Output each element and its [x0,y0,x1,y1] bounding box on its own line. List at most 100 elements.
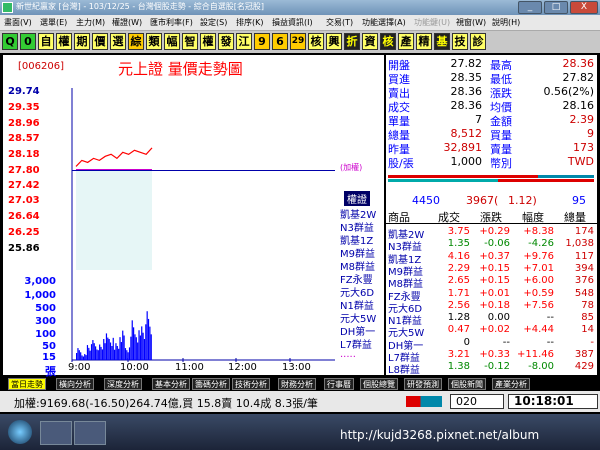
table-cell-price: 1.28 [447,312,470,324]
volume-bar [93,343,95,360]
code-input[interactable]: 020 [456,395,477,408]
volume-tick: 15 [42,352,56,363]
table-row[interactable]: N1群益 1.28 0.00 -- 85 [386,312,597,327]
table-cell-vol: 376 [574,275,594,287]
table-row[interactable]: L8群益 1.38 -0.12 -8.00 429 [386,361,597,377]
taskbar-app-1[interactable] [40,421,72,445]
volume-bar [146,311,148,360]
tab-depth[interactable]: 深度分析 [104,378,142,390]
volume-bar [147,318,150,360]
volume-bar [84,354,86,360]
table-cell-pct: -8.00 [528,361,554,373]
tab-research[interactable]: 研發預測 [404,378,442,390]
volume-bar [127,352,129,360]
table-cell-vol: 14 [581,324,594,336]
table-cell-chg: -0.12 [484,361,510,373]
volume-tick: 50 [42,341,56,352]
tab-fundamental[interactable]: 基本分析 [152,378,190,390]
table-cell-chg: +0.15 [479,262,510,274]
tab-chips[interactable]: 籌碼分析 [192,378,230,390]
table-cell-pct: -- [546,312,554,324]
buy-bar-fill [388,175,538,178]
table-cell-pct: +7.56 [523,299,554,311]
quote-value: 28.36 [450,99,483,112]
table-row[interactable]: 凱基2W 3.75 +0.29 +8.38 174 [386,226,597,241]
price-tick: 26.64 [8,211,40,222]
table-row[interactable]: M8群益 2.65 +0.15 +6.00 376 [386,275,597,290]
volume-bar [123,335,125,360]
quote-value: 28.35 [450,71,483,84]
volume-bar [145,324,147,360]
table-row[interactable]: M9群益 2.29 +0.15 +7.01 394 [386,262,597,278]
warrant-table: 商品 成交 漲跌 幅度 總量 凱基2W 3.75 +0.29 +8.38 174 N3群益… [386,207,597,377]
volume-bar [103,339,105,360]
quote-value: 28.16 [562,99,595,112]
watermark-url: http://kujd3268.pixnet.net/album [340,428,540,442]
taskbar: http://kujd3268.pixnet.net/album [0,414,600,450]
table-row[interactable]: 凱基1Z 4.16 +0.37 +9.76 117 [386,250,597,266]
volume-bar [108,339,110,360]
table-cell-pct: -4.26 [528,238,554,250]
table-cell-vol: 394 [574,262,594,274]
table-cell-price: 1.38 [447,361,470,373]
table-cell-vol: 78 [581,299,594,311]
volume-unit: 張 [45,365,56,378]
tab-technical[interactable]: 技術分析 [232,378,270,390]
tab-financial[interactable]: 財務分析 [278,378,316,390]
volume-bar [101,349,103,360]
volume-bar [78,350,80,360]
table-cell-vol: 1,038 [565,238,594,250]
tab-overview[interactable]: 個股總覽 [360,378,398,390]
volume-bar [135,337,137,360]
volume-bar [86,345,89,360]
price-tick: 27.03 [8,195,40,206]
volume-bar [126,350,128,360]
table-cell-pct: +11.46 [516,349,554,360]
tab-intraday[interactable]: 當日走勢 [8,378,46,390]
table-row[interactable]: DH第一 0 -- -- - [386,336,597,352]
volume-bar [82,356,84,360]
table-cell-vol: - [590,336,594,348]
price-tick: 28.96 [8,118,40,129]
quote-value: 7 [475,113,482,126]
time-tick: 11:00 [175,362,204,373]
price-tick: 25.86 [8,243,40,254]
table-row[interactable]: FZ永豐 1.71 +0.01 +0.59 548 [386,287,597,303]
table-row[interactable]: L7群益 3.21 +0.33 +11.46 387 [386,349,597,364]
warrant-more[interactable]: ..... [340,349,356,360]
price-tick: 26.25 [8,227,40,238]
warrant-header: 權證 [344,191,370,206]
price-tick: 27.80 [8,165,40,176]
outer-bar-fill [498,179,594,182]
volume-ratio: 1.12) [508,194,537,207]
volume-tick: 300 [35,316,56,327]
volume-bar [116,346,118,360]
volume-bar [92,340,94,360]
quote-value: 173 [573,141,594,154]
table-row[interactable]: 元大5W 0.47 +0.02 +4.44 14 [386,324,597,339]
taskbar-app-2[interactable] [74,421,106,445]
table-row[interactable]: N3群益 1.35 -0.06 -4.26 1,038 [386,238,597,253]
quote-value: 28.36 [562,57,595,70]
index-bar [406,396,442,407]
table-row[interactable]: 元大6D 2.56 +0.18 +7.56 78 [386,299,597,315]
volume-bar [109,342,112,360]
tab-horizontal[interactable]: 橫向分析 [56,378,94,390]
table-cell-name: L8群益 [388,365,420,377]
table-cell-price: 1.71 [447,287,470,299]
volume-bar [77,348,79,360]
right-number: 95 [572,194,586,207]
table-cell-chg: +0.37 [479,250,510,262]
inner-bar-fill [388,179,498,182]
volume-bar [131,320,133,360]
volume-bar [150,334,152,360]
tab-industry[interactable]: 產業分析 [492,378,530,390]
start-icon[interactable] [8,420,32,444]
volume-bar [134,334,136,360]
clock: 10:18:01 [514,394,574,408]
table-cell-chg: 0.00 [487,312,510,324]
time-tick: 13:00 [282,362,311,373]
table-cell-vol: 174 [574,226,594,237]
tab-calendar[interactable]: 行事曆 [324,378,354,390]
tab-news[interactable]: 個股新聞 [448,378,486,390]
